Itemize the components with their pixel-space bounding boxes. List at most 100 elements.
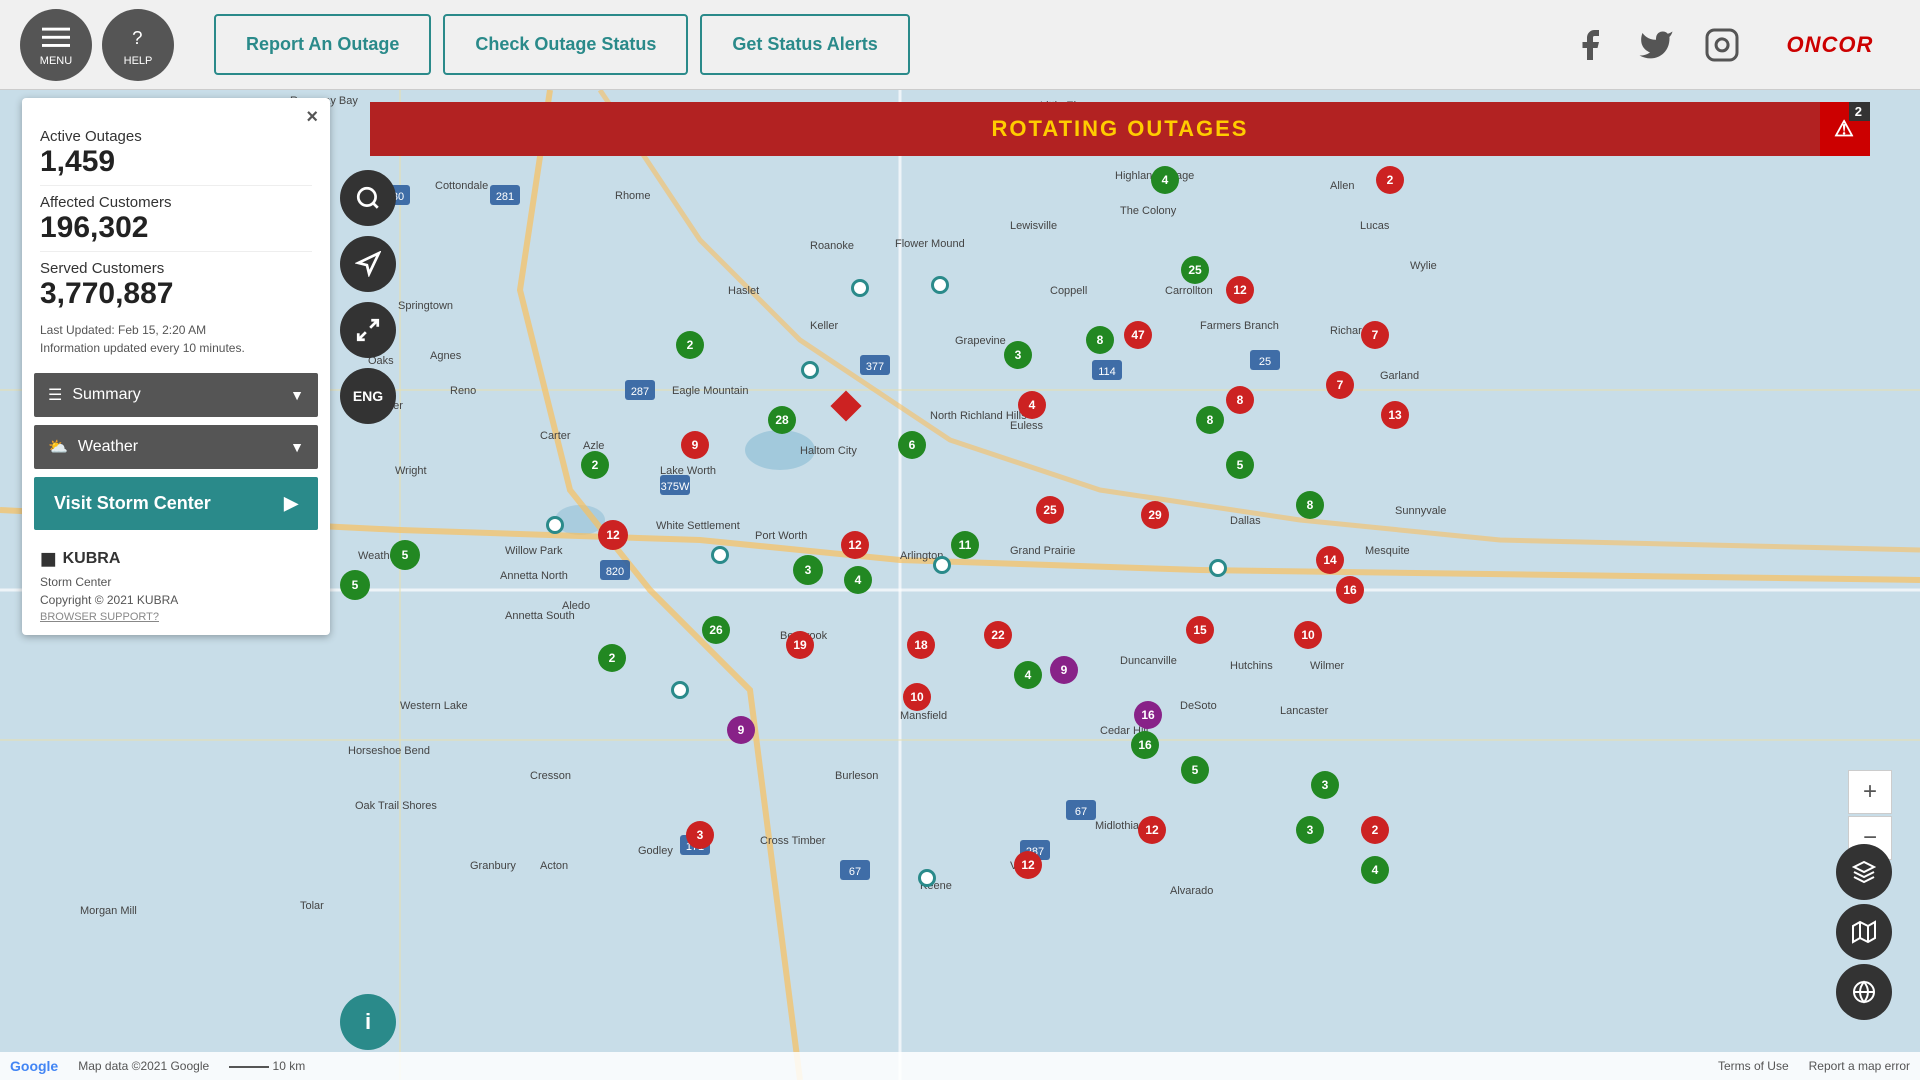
served-customers-label: Served Customers: [40, 260, 312, 277]
outage-marker[interactable]: 10: [1294, 621, 1322, 649]
header-left: MENU ? HELP: [0, 9, 194, 81]
outage-marker[interactable]: 2: [676, 331, 704, 359]
outage-marker[interactable]: 25: [1181, 256, 1209, 284]
banner-alert-button[interactable]: ⚠ 2: [1820, 102, 1870, 156]
outage-marker[interactable]: 12: [1014, 851, 1042, 879]
outage-marker[interactable]: 22: [984, 621, 1012, 649]
twitter-icon[interactable]: [1638, 27, 1674, 63]
outage-marker[interactable]: [851, 279, 869, 297]
storm-center-label: Storm Center: [40, 575, 312, 589]
header-social: ONCOR: [1572, 15, 1920, 75]
instagram-icon[interactable]: [1704, 27, 1740, 63]
map-footer-right: Terms of Use Report a map error: [1718, 1059, 1910, 1073]
outage-marker[interactable]: 9: [681, 431, 709, 459]
outage-marker[interactable]: 2: [598, 644, 626, 672]
panel-stats: Active Outages 1,459 Affected Customers …: [22, 98, 330, 373]
location-button[interactable]: [340, 236, 396, 292]
report-map-error-link[interactable]: Report a map error: [1809, 1059, 1910, 1073]
outage-marker[interactable]: 16: [1134, 701, 1162, 729]
outage-marker[interactable]: 4: [1151, 166, 1179, 194]
outage-marker[interactable]: 4: [1014, 661, 1042, 689]
outage-marker[interactable]: 12: [1138, 816, 1166, 844]
outage-marker[interactable]: 28: [768, 406, 796, 434]
map-view-button[interactable]: [1836, 904, 1892, 960]
outage-marker[interactable]: 16: [1131, 731, 1159, 759]
outage-marker[interactable]: 5: [1181, 756, 1209, 784]
outage-marker[interactable]: 2: [581, 451, 609, 479]
outage-marker[interactable]: 26: [702, 616, 730, 644]
outage-marker[interactable]: 3: [1311, 771, 1339, 799]
visit-storm-center-button[interactable]: Visit Storm Center ▶: [34, 477, 318, 530]
summary-icon: ☰: [48, 385, 62, 405]
outage-marker[interactable]: 5: [390, 540, 420, 570]
outage-marker[interactable]: 5: [1226, 451, 1254, 479]
outage-marker[interactable]: 15: [1186, 616, 1214, 644]
outage-marker[interactable]: [1209, 559, 1227, 577]
banner-text: ROTATING OUTAGES: [992, 116, 1249, 142]
outage-marker[interactable]: 7: [1326, 371, 1354, 399]
check-status-button[interactable]: Check Outage Status: [443, 14, 688, 75]
outage-marker[interactable]: [801, 361, 819, 379]
outage-marker[interactable]: 6: [898, 431, 926, 459]
fullscreen-button[interactable]: [340, 302, 396, 358]
report-outage-button[interactable]: Report An Outage: [214, 14, 431, 75]
map-area[interactable]: 281 380 287 377 114 25 375W 820 171 67 2…: [0, 90, 1920, 1080]
outage-marker[interactable]: 8: [1296, 491, 1324, 519]
outage-marker[interactable]: 3: [1004, 341, 1032, 369]
outage-marker[interactable]: [546, 516, 564, 534]
outage-marker[interactable]: 8: [1226, 386, 1254, 414]
outage-marker[interactable]: 12: [598, 520, 628, 550]
outage-marker[interactable]: [918, 869, 936, 887]
outage-marker[interactable]: [933, 556, 951, 574]
outage-marker[interactable]: 5: [340, 570, 370, 600]
outage-marker[interactable]: 8: [1196, 406, 1224, 434]
outage-marker[interactable]: 12: [841, 531, 869, 559]
weather-toggle-button[interactable]: ⛅ Weather ▼: [34, 425, 318, 469]
outage-marker[interactable]: 2: [1361, 816, 1389, 844]
outage-marker[interactable]: 14: [1316, 546, 1344, 574]
language-button[interactable]: ENG: [340, 368, 396, 424]
affected-customers-label: Affected Customers: [40, 194, 312, 211]
outage-marker[interactable]: [931, 276, 949, 294]
outage-marker[interactable]: 7: [1361, 321, 1389, 349]
outage-marker[interactable]: 9: [1050, 656, 1078, 684]
outage-marker[interactable]: 4: [1018, 391, 1046, 419]
globe-button[interactable]: [1836, 964, 1892, 1020]
browser-support-link[interactable]: BROWSER SUPPORT?: [40, 611, 312, 623]
facebook-icon[interactable]: [1572, 27, 1608, 63]
menu-button[interactable]: MENU: [20, 9, 92, 81]
outage-marker[interactable]: 25: [1036, 496, 1064, 524]
panel-close-button[interactable]: ×: [306, 106, 318, 129]
outage-marker[interactable]: 3: [793, 555, 823, 585]
terms-of-use-link[interactable]: Terms of Use: [1718, 1059, 1789, 1073]
zoom-in-button[interactable]: +: [1848, 770, 1892, 814]
outage-marker[interactable]: 4: [1361, 856, 1389, 884]
outage-marker[interactable]: 18: [907, 631, 935, 659]
outage-marker[interactable]: [671, 681, 689, 699]
outage-marker[interactable]: [711, 546, 729, 564]
outage-marker[interactable]: 19: [786, 631, 814, 659]
help-button[interactable]: ? HELP: [102, 9, 174, 81]
info-button[interactable]: i: [340, 994, 396, 1050]
outage-marker[interactable]: 3: [686, 821, 714, 849]
svg-text:820: 820: [606, 566, 624, 578]
outage-marker[interactable]: 8: [1086, 326, 1114, 354]
outage-marker[interactable]: 13: [1381, 401, 1409, 429]
svg-text:114: 114: [1098, 366, 1116, 378]
outage-marker[interactable]: 12: [1226, 276, 1254, 304]
outage-marker[interactable]: 11: [951, 531, 979, 559]
outage-marker[interactable]: 2: [1376, 166, 1404, 194]
layers-button[interactable]: [1836, 844, 1892, 900]
outage-marker[interactable]: 10: [903, 683, 931, 711]
outage-marker[interactable]: 29: [1141, 501, 1169, 529]
outage-marker[interactable]: 3: [1296, 816, 1324, 844]
summary-toggle-button[interactable]: ☰ Summary ▼: [34, 373, 318, 417]
outage-marker[interactable]: 16: [1336, 576, 1364, 604]
search-map-button[interactable]: [340, 170, 396, 226]
get-alerts-button[interactable]: Get Status Alerts: [700, 14, 909, 75]
copyright-label: Copyright © 2021 KUBRA: [40, 593, 312, 607]
outage-marker[interactable]: 9: [727, 716, 755, 744]
outage-marker[interactable]: 4: [844, 566, 872, 594]
served-customers-value: 3,770,887: [40, 277, 312, 311]
outage-marker[interactable]: 47: [1124, 321, 1152, 349]
